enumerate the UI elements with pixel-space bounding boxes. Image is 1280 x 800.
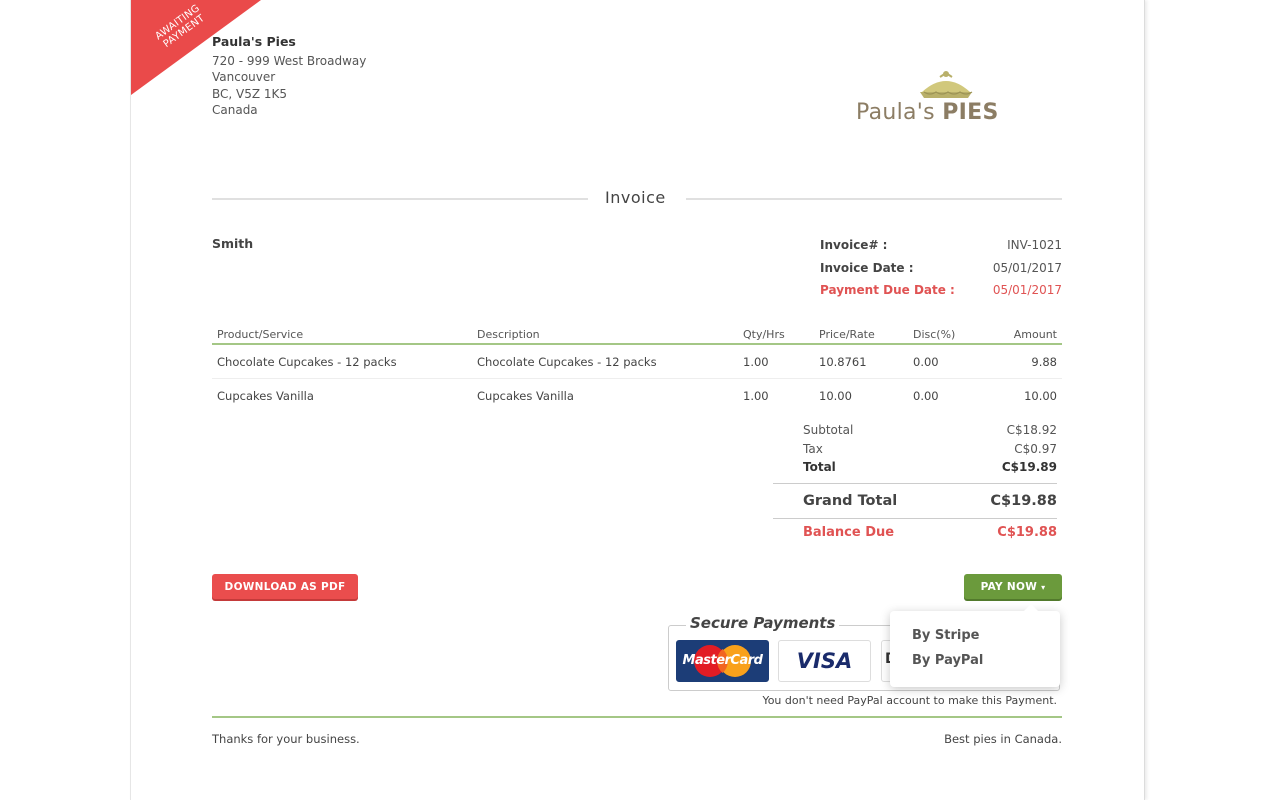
pay-now-dropdown: By Stripe By PayPal	[890, 604, 1060, 687]
cell-price: 10.00	[819, 388, 852, 403]
tax-label: Tax	[803, 441, 823, 456]
footer-thanks: Thanks for your business.	[212, 732, 360, 746]
grand-total-label: Grand Total	[803, 492, 898, 509]
footer-tagline: Best pies in Canada.	[944, 732, 1062, 746]
col-description: Description	[477, 327, 540, 341]
cell-description: Chocolate Cupcakes - 12 packs	[477, 354, 657, 369]
address-city: Vancouver	[212, 70, 276, 84]
table-row: Chocolate Cupcakes - 12 packs Chocolate …	[212, 345, 1062, 379]
cell-discount: 0.00	[913, 354, 939, 369]
pie-icon	[920, 71, 973, 98]
balance-due-value: C$19.88	[997, 525, 1057, 540]
cell-qty: 1.00	[743, 354, 769, 369]
cell-qty: 1.00	[743, 388, 769, 403]
tax-value: C$0.97	[1014, 441, 1057, 456]
col-amount: Amount	[1013, 327, 1057, 341]
logo-text-light: Paula's	[856, 100, 943, 125]
client-name: Smith	[212, 236, 254, 251]
address-line-1: 720 - 999 West Broadway	[212, 53, 367, 68]
visa-logo: VISA	[778, 640, 871, 682]
balance-due-label: Balance Due	[803, 525, 895, 540]
invoice-date-label: Invoice Date :	[820, 260, 914, 275]
due-date: 05/01/2017	[992, 283, 1062, 298]
address-region: BC, V5Z 1K5	[212, 86, 288, 101]
cell-amount: 10.00	[1024, 388, 1057, 403]
due-date-label: Payment Due Date :	[820, 283, 955, 298]
cell-description: Cupcakes Vanilla	[477, 388, 574, 403]
cell-product: Cupcakes Vanilla	[217, 388, 314, 403]
visa-text: VISA	[796, 649, 853, 673]
mastercard-logo: MasterCard	[676, 640, 769, 682]
grand-total-row: Grand Total C$19.88	[773, 482, 1057, 519]
business-name: Paula's Pies	[212, 34, 296, 49]
cell-discount: 0.00	[913, 388, 939, 403]
table-row: Cupcakes Vanilla Cupcakes Vanilla 1.00 1…	[212, 379, 1062, 412]
cell-product: Chocolate Cupcakes - 12 packs	[217, 354, 397, 369]
col-price: Price/Rate	[819, 327, 875, 341]
cell-price: 10.8761	[819, 354, 867, 369]
secure-payments-title: Secure Payments	[686, 614, 840, 632]
mastercard-text: MasterCard	[682, 653, 763, 668]
footer-divider	[212, 716, 1062, 718]
col-product: Product/Service	[217, 327, 304, 341]
items-table: Product/Service Description Qty/Hrs Pric…	[212, 325, 1062, 412]
col-qty: Qty/Hrs	[743, 327, 785, 341]
title-divider-left	[212, 198, 588, 200]
total-value: C$19.89	[1001, 460, 1057, 475]
cell-amount: 9.88	[1031, 354, 1057, 369]
total-label: Total	[803, 460, 836, 475]
invoice-number: INV-1021	[1007, 238, 1062, 253]
balance-due-row: Balance Due C$19.88	[773, 519, 1057, 547]
business-logo: Paula's PIES	[856, 68, 1026, 128]
pay-now-label: PAY NOW	[980, 580, 1038, 593]
grand-total-value: C$19.88	[990, 492, 1057, 509]
invoice-date: 05/01/2017	[992, 260, 1062, 275]
col-discount: Disc(%)	[913, 327, 956, 341]
logo-text: Paula's PIES	[856, 100, 999, 125]
title-divider-right	[686, 198, 1062, 200]
table-header: Product/Service Description Qty/Hrs Pric…	[212, 325, 1062, 345]
caret-down-icon: ▾	[1041, 582, 1046, 592]
pay-by-paypal[interactable]: By PayPal	[912, 653, 983, 668]
logo-text-bold: PIES	[942, 100, 999, 125]
invoice-meta: Invoice# : INV-1021 Invoice Date : 05/01…	[820, 234, 1062, 302]
invoice-number-label: Invoice# :	[820, 238, 888, 253]
subtotal-value: C$18.92	[1006, 423, 1057, 438]
paypal-note: You don't need PayPal account to make th…	[762, 694, 1057, 707]
totals-block: Subtotal C$18.92 Tax C$0.97 Total C$19.8…	[773, 421, 1057, 547]
invoice-title: Invoice	[605, 188, 666, 207]
download-pdf-button[interactable]: DOWNLOAD AS PDF	[212, 574, 358, 599]
invoice-page: AWAITING PAYMENT Paula's Pies 720 - 999 …	[130, 0, 1145, 800]
pay-by-stripe[interactable]: By Stripe	[912, 628, 979, 643]
business-address: Paula's Pies 720 - 999 West Broadway Van…	[212, 34, 366, 119]
subtotal-label: Subtotal	[803, 423, 854, 438]
address-country: Canada	[212, 103, 258, 117]
pay-now-button[interactable]: PAY NOW ▾	[964, 574, 1062, 599]
